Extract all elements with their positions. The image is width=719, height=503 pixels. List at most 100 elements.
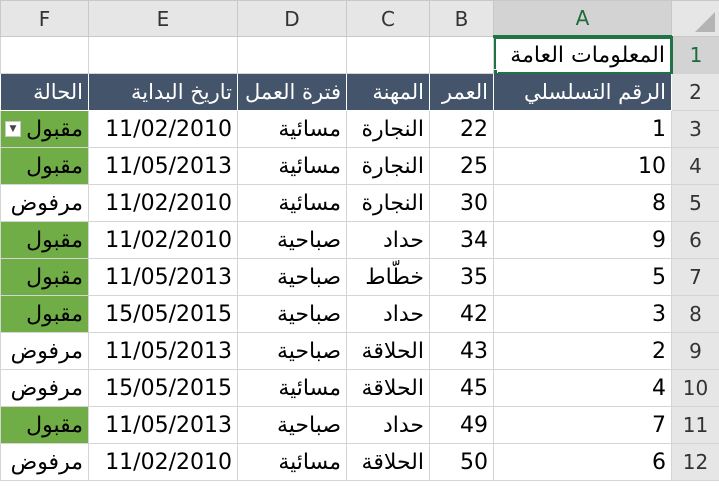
spreadsheet-grid: FEDCBA المعلومات العامة 1 الحالة تاريخ ا… (0, 0, 719, 503)
row-number[interactable]: 11 (671, 406, 719, 444)
shift-cell[interactable]: صباحية (237, 295, 347, 333)
cell-A1-title[interactable]: المعلومات العامة (493, 36, 672, 74)
serial-cell[interactable]: 9 (493, 221, 672, 259)
serial-cell[interactable]: 1 (493, 110, 672, 148)
status-cell[interactable]: مقبول (0, 147, 89, 185)
status-cell[interactable]: مقبول (0, 221, 89, 259)
start-date-cell[interactable]: 15/05/2015 (88, 369, 238, 407)
header-start-date[interactable]: تاريخ البداية (88, 73, 238, 111)
age-cell[interactable]: 45 (429, 369, 494, 407)
header-shift[interactable]: فترة العمل (237, 73, 347, 111)
table-row: مقبول 11/02/2010 صباحية حداد 34 9 6 (0, 221, 719, 259)
dropdown-arrow-icon[interactable]: ▼ (5, 121, 21, 137)
start-date-cell[interactable]: 11/05/2013 (88, 147, 238, 185)
cell-F1[interactable] (0, 36, 89, 74)
row-number[interactable]: 8 (671, 295, 719, 333)
status-cell[interactable]: مقبول (0, 295, 89, 333)
serial-cell[interactable]: 10 (493, 147, 672, 185)
age-cell[interactable]: 49 (429, 406, 494, 444)
profession-cell[interactable]: النجارة (346, 110, 430, 148)
start-date-cell[interactable]: 11/02/2010 (88, 110, 238, 148)
serial-cell[interactable]: 3 (493, 295, 672, 333)
profession-cell[interactable]: حداد (346, 221, 430, 259)
age-cell[interactable]: 25 (429, 147, 494, 185)
shift-cell[interactable]: مسائية (237, 443, 347, 481)
row-number[interactable]: 12 (671, 443, 719, 481)
profession-cell[interactable]: النجارة (346, 184, 430, 222)
table-row: مقبول 11/05/2013 مسائية النجارة 25 10 4 (0, 147, 719, 185)
age-cell[interactable]: 34 (429, 221, 494, 259)
column-header-D[interactable]: D (237, 0, 347, 37)
status-cell[interactable]: مرفوض (0, 332, 89, 370)
row-number-2[interactable]: 2 (671, 73, 719, 111)
shift-cell[interactable]: صباحية (237, 406, 347, 444)
header-serial[interactable]: الرقم التسلسلي (493, 73, 672, 111)
cell-B1[interactable] (429, 36, 494, 74)
column-header-C[interactable]: C (346, 0, 430, 37)
status-cell[interactable]: مقبول (0, 406, 89, 444)
status-cell[interactable]: مقبول ▼ (0, 110, 89, 148)
start-date-cell[interactable]: 15/05/2015 (88, 295, 238, 333)
column-header-B[interactable]: B (429, 0, 494, 37)
serial-cell[interactable]: 7 (493, 406, 672, 444)
header-status[interactable]: الحالة (0, 73, 89, 111)
profession-cell[interactable]: خطّاط (346, 258, 430, 296)
age-cell[interactable]: 22 (429, 110, 494, 148)
profession-cell[interactable]: النجارة (346, 147, 430, 185)
start-date-cell[interactable]: 11/02/2010 (88, 184, 238, 222)
cell-C1[interactable] (346, 36, 430, 74)
status-cell[interactable]: مرفوض (0, 369, 89, 407)
age-cell[interactable]: 30 (429, 184, 494, 222)
shift-cell[interactable]: مسائية (237, 369, 347, 407)
start-date-cell[interactable]: 11/05/2013 (88, 258, 238, 296)
row-number[interactable]: 10 (671, 369, 719, 407)
status-cell[interactable]: مرفوض (0, 184, 89, 222)
serial-cell[interactable]: 8 (493, 184, 672, 222)
cell-D1[interactable] (237, 36, 347, 74)
age-cell[interactable]: 43 (429, 332, 494, 370)
shift-cell[interactable]: صباحية (237, 332, 347, 370)
serial-cell[interactable]: 6 (493, 443, 672, 481)
header-age[interactable]: العمر (429, 73, 494, 111)
column-header-A[interactable]: A (493, 0, 672, 38)
serial-cell[interactable]: 5 (493, 258, 672, 296)
column-header-row: FEDCBA (0, 0, 719, 38)
column-header-E[interactable]: E (88, 0, 238, 37)
start-date-cell[interactable]: 11/02/2010 (88, 443, 238, 481)
shift-cell[interactable]: مسائية (237, 110, 347, 148)
table-row: مقبول 15/05/2015 صباحية حداد 42 3 8 (0, 295, 719, 333)
age-cell[interactable]: 35 (429, 258, 494, 296)
shift-cell[interactable]: صباحية (237, 221, 347, 259)
row-number[interactable]: 9 (671, 332, 719, 370)
age-cell[interactable]: 42 (429, 295, 494, 333)
shift-cell[interactable]: مسائية (237, 147, 347, 185)
profession-cell[interactable]: الحلاقة (346, 369, 430, 407)
status-cell[interactable]: مرفوض (0, 443, 89, 481)
shift-cell[interactable]: مسائية (237, 184, 347, 222)
serial-cell[interactable]: 4 (493, 369, 672, 407)
profession-cell[interactable]: الحلاقة (346, 332, 430, 370)
table-row: مقبول ▼ 11/02/2010 مسائية النجارة 22 1 3 (0, 110, 719, 148)
row-number[interactable]: 7 (671, 258, 719, 296)
header-profession[interactable]: المهنة (346, 73, 430, 111)
profession-cell[interactable]: الحلاقة (346, 443, 430, 481)
start-date-cell[interactable]: 11/02/2010 (88, 221, 238, 259)
row-number[interactable]: 4 (671, 147, 719, 185)
row-2-headers: الحالة تاريخ البداية فترة العمل المهنة ا… (0, 73, 719, 111)
row-number-1[interactable]: 1 (670, 36, 719, 74)
start-date-cell[interactable]: 11/05/2013 (88, 406, 238, 444)
serial-cell[interactable]: 2 (493, 332, 672, 370)
row-1: المعلومات العامة 1 (0, 36, 719, 74)
shift-cell[interactable]: صباحية (237, 258, 347, 296)
select-all-corner[interactable] (671, 0, 719, 37)
cell-E1[interactable] (88, 36, 238, 74)
profession-cell[interactable]: حداد (346, 295, 430, 333)
row-number[interactable]: 6 (671, 221, 719, 259)
row-number[interactable]: 3 (671, 110, 719, 148)
age-cell[interactable]: 50 (429, 443, 494, 481)
column-header-F[interactable]: F (0, 0, 89, 37)
start-date-cell[interactable]: 11/05/2013 (88, 332, 238, 370)
status-cell[interactable]: مقبول (0, 258, 89, 296)
profession-cell[interactable]: حداد (346, 406, 430, 444)
row-number[interactable]: 5 (671, 184, 719, 222)
